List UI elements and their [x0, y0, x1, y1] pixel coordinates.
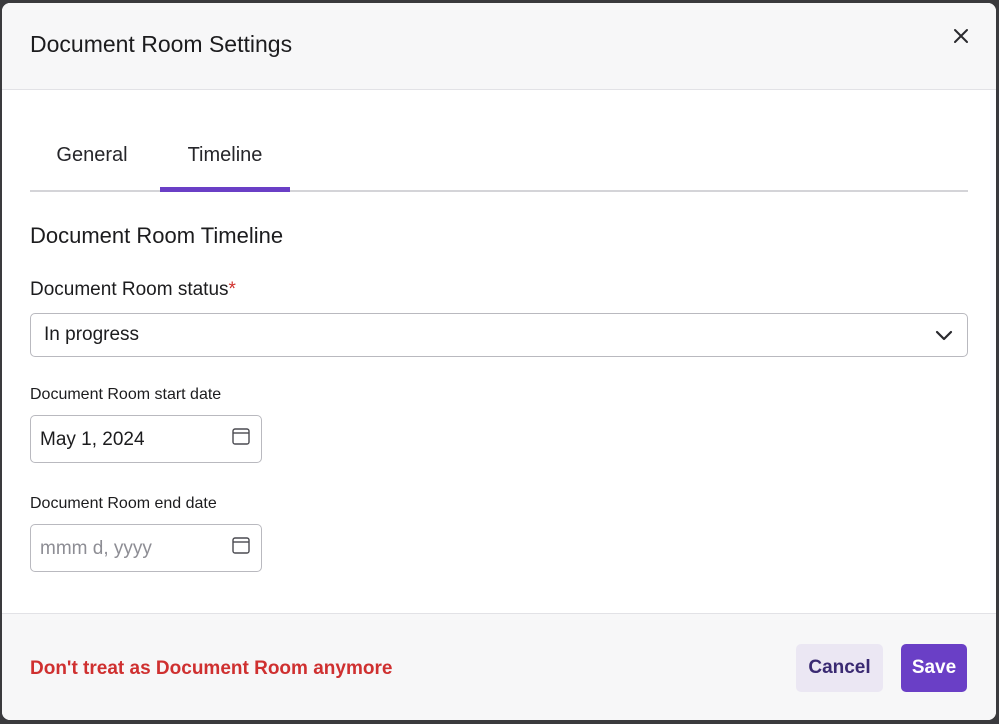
close-icon: [954, 29, 968, 43]
tab-general[interactable]: General: [30, 130, 154, 190]
end-date-placeholder: mmm d, yyyy: [40, 538, 152, 559]
required-marker: *: [228, 279, 236, 300]
document-room-settings-dialog: Document Room Settings General Timeline …: [2, 3, 996, 720]
status-select-value: In progress: [44, 324, 140, 345]
status-select[interactable]: In progress: [30, 313, 968, 357]
remove-document-room-link[interactable]: Don't treat as Document Room anymore: [30, 658, 392, 680]
cancel-button[interactable]: Cancel: [796, 644, 883, 692]
settings-tabs: General Timeline: [30, 130, 968, 192]
chevron-down-icon: [935, 330, 953, 341]
start-date-input[interactable]: May 1, 2024: [30, 415, 262, 463]
end-date-label: Document Room end date: [30, 495, 217, 512]
section-title: Document Room Timeline: [30, 223, 284, 248]
calendar-icon[interactable]: [231, 426, 251, 446]
tab-timeline[interactable]: Timeline: [160, 130, 290, 190]
status-label-text: Document Room status: [30, 279, 229, 300]
close-button[interactable]: [948, 23, 974, 49]
start-date-label: Document Room start date: [30, 386, 222, 403]
modal-footer: Don't treat as Document Room anymore Can…: [2, 613, 996, 720]
calendar-icon[interactable]: [231, 535, 251, 555]
status-label: Document Room status*: [30, 279, 236, 301]
start-date-value: May 1, 2024: [40, 429, 145, 450]
modal-header: Document Room Settings: [2, 3, 996, 90]
modal-title: Document Room Settings: [30, 31, 293, 57]
active-tab-indicator: [160, 187, 290, 192]
end-date-input[interactable]: mmm d, yyyy: [30, 524, 262, 572]
save-button[interactable]: Save: [901, 644, 967, 692]
